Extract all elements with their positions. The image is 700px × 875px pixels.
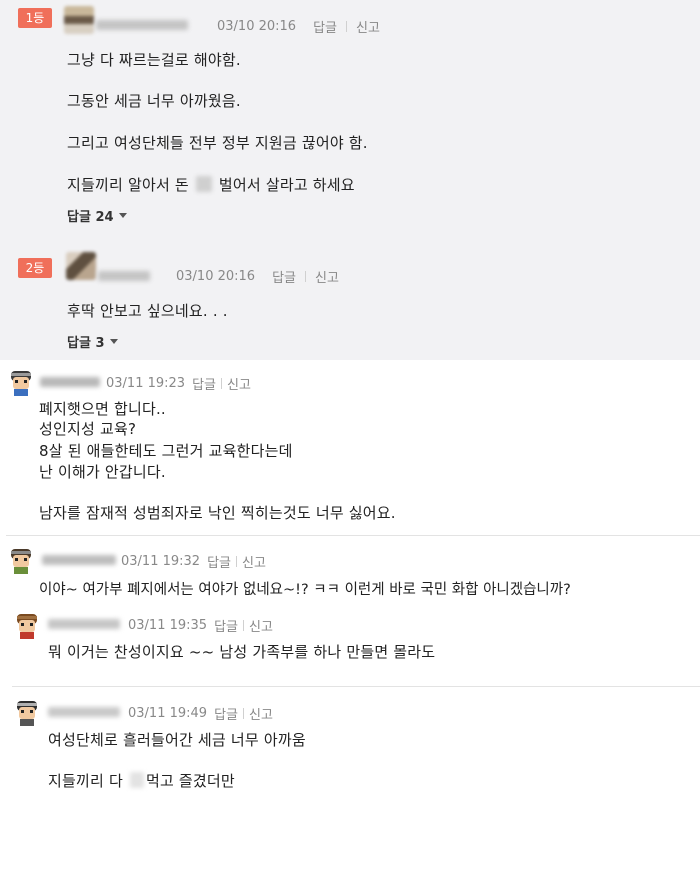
replies-toggle[interactable]: 답글 24 [67, 206, 127, 225]
censored-text [195, 176, 212, 192]
reply-button[interactable]: 답글 [192, 374, 216, 393]
comment-text-line: 그동안 세금 너무 아까웠음. [67, 92, 241, 110]
comment-date: 03/11 19:49 [128, 706, 208, 721]
comment-text-line: 그냥 다 짜르는걸로 해야함. [67, 51, 241, 69]
comment-text-part: 지들끼리 알아서 돈 [67, 176, 189, 194]
comment-text-line: 그리고 여성단체들 전부 정부 지원금 끊어야 함. [67, 134, 368, 152]
comment-text-line: 남자를 잠재적 성범죄자로 낙인 찍히는것도 너무 싫어요. [39, 504, 396, 522]
username[interactable] [40, 377, 100, 387]
report-button[interactable]: 신고 [249, 704, 273, 723]
replies-toggle[interactable]: 답글 3 [67, 332, 118, 351]
comment-divider [12, 686, 700, 687]
best-comments-section: 1등 03/10 20:16 답글 신고 그냥 다 짜르는걸로 해야함. 그동안… [0, 0, 700, 360]
censored-text [129, 772, 144, 788]
divider [345, 21, 347, 32]
divider [304, 271, 306, 282]
avatar[interactable] [64, 6, 94, 34]
avatar[interactable] [66, 252, 96, 280]
divider [242, 620, 244, 631]
reply-button[interactable]: 답글 [313, 17, 337, 36]
replies-count: 답글 3 [67, 336, 105, 351]
username[interactable] [96, 20, 188, 30]
replies-count: 답글 24 [67, 210, 114, 225]
rank-badge: 2등 [18, 258, 52, 278]
triangle-down-icon [109, 339, 118, 344]
report-button[interactable]: 신고 [356, 17, 380, 36]
divider [220, 378, 222, 389]
comment-meta: 03/10 20:16 답글 신고 [217, 17, 380, 36]
report-button[interactable]: 신고 [242, 552, 266, 571]
comment-text-line: 지들끼리 알아서 돈 벌어서 살라고 하세요 [67, 174, 355, 195]
report-button[interactable]: 신고 [249, 616, 273, 635]
comment-text-line: 지들끼리 다 먹고 즐겼더만 [48, 770, 235, 791]
comment-divider [6, 535, 700, 536]
comment-text-line: 8살 된 애들한테도 그런거 교육한다는데 [39, 442, 293, 460]
comment-date: 03/11 19:32 [121, 554, 201, 569]
username[interactable] [42, 555, 116, 565]
comment-text-line: 뭐 이거는 찬성이지요 ~~ 남성 가족부를 하나 만들면 몰라도 [48, 643, 436, 661]
comment-text-line: 후딱 안보고 싶으네요. . . [67, 302, 228, 320]
comment-text-part: 벌어서 살라고 하세요 [218, 176, 355, 194]
reply-button[interactable]: 답글 [207, 552, 231, 571]
comment-date: 03/10 20:16 [217, 19, 297, 34]
username[interactable] [98, 271, 150, 281]
comment-meta: 03/10 20:16 답글 신고 [176, 267, 339, 286]
comment-date: 03/10 20:16 [176, 269, 256, 284]
comment-meta: 03/11 19:32 답글 신고 [121, 552, 266, 571]
comment-text-part: 먹고 즐겼더만 [145, 772, 235, 790]
comment-text-line: 성인지성 교육? [39, 420, 137, 438]
reply-button[interactable]: 답글 [214, 704, 238, 723]
comment-text-line: 이야~ 여가부 폐지에서는 여야가 없네요~!? ㅋㅋ 이런게 바로 국민 화합… [39, 582, 571, 598]
username[interactable] [48, 619, 120, 629]
game-character-avatar-icon[interactable] [6, 546, 36, 576]
comment-meta: 03/11 19:23 답글 신고 [106, 374, 251, 393]
triangle-down-icon [118, 213, 127, 218]
comment-meta: 03/11 19:49 답글 신고 [128, 704, 273, 723]
reply-button[interactable]: 답글 [214, 616, 238, 635]
reply-button[interactable]: 답글 [272, 267, 296, 286]
divider [235, 556, 237, 567]
report-button[interactable]: 신고 [315, 267, 339, 286]
report-button[interactable]: 신고 [227, 374, 251, 393]
divider [242, 708, 244, 719]
comment-text-line: 여성단체로 흘러들어간 세금 너무 아까움 [48, 731, 306, 749]
comment-text-part: 지들끼리 다 [48, 772, 123, 790]
game-character-avatar-icon[interactable] [6, 368, 36, 398]
game-character-avatar-icon[interactable] [12, 698, 42, 728]
comment-date: 03/11 19:35 [128, 618, 208, 633]
game-character-avatar-icon[interactable] [12, 611, 42, 641]
comment-text-line: 폐지햇으면 합니다.. [39, 400, 166, 418]
username[interactable] [48, 707, 120, 717]
comment-date: 03/11 19:23 [106, 376, 186, 391]
rank-badge: 1등 [18, 8, 52, 28]
comment-meta: 03/11 19:35 답글 신고 [128, 616, 273, 635]
comment-text-line: 난 이해가 안갑니다. [39, 463, 166, 481]
